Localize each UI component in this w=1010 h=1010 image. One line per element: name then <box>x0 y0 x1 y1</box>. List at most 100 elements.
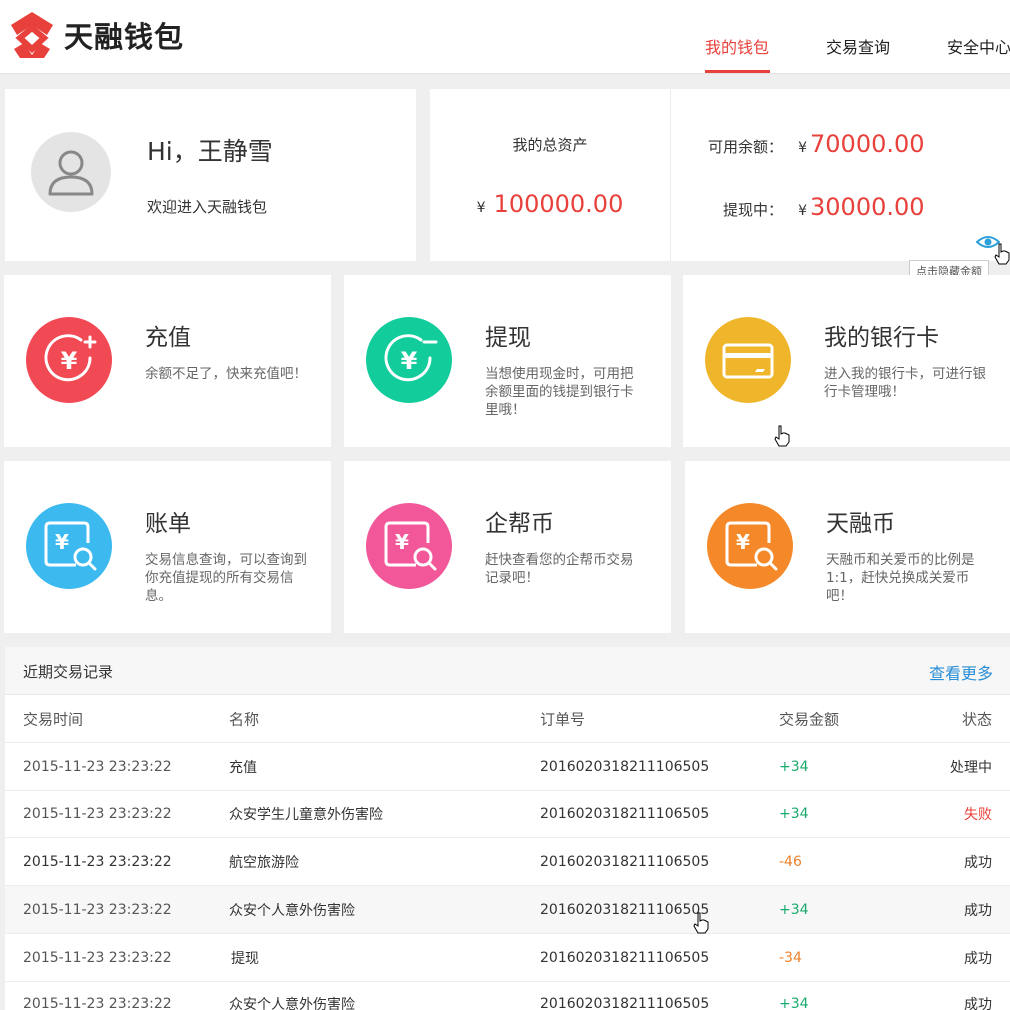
transaction-status: 成功 <box>964 902 992 919</box>
column-header-status: 状态 <box>961 710 992 728</box>
tianrong-logo-icon[interactable] <box>6 9 58 59</box>
feature-desc: 余额不足了，快来充值吧！ <box>145 366 307 382</box>
top-header: 天融钱包 我的钱包 交易查询 安全中心 <box>0 0 1010 74</box>
transaction-amount: +34 <box>779 758 809 775</box>
profile-card: Hi，王静雪 欢迎进入天融钱包 <box>5 89 416 261</box>
transaction-order: 2016020318211106505 <box>540 949 710 966</box>
table-row[interactable]: 2015-11-23 23:23:22 众安个人意外伤害险 2016020318… <box>5 886 1010 934</box>
active-nav-underline <box>705 70 770 73</box>
feature-title: 我的银行卡 <box>824 325 939 351</box>
currency-symbol: ¥ <box>798 140 808 156</box>
transaction-status: 处理中 <box>950 759 992 776</box>
feature-desc: 交易信息查询，可以查询到你充值提现的所有交易信息。 <box>145 552 307 604</box>
feature-card-withdraw[interactable]: ¥ 提现 当想使用现金时，可用把余额里面的钱提到银行卡里哦！ <box>344 275 671 447</box>
feature-card-bill[interactable]: ¥ 账单 交易信息查询，可以查询到你充值提现的所有交易信息。 <box>4 461 331 633</box>
feature-desc: 进入我的银行卡，可进行银行卡管理哦！ <box>824 366 986 400</box>
transaction-time: 2015-11-23 23:23:22 <box>23 758 172 775</box>
withdrawing-row: 提现中： ¥30000.00 <box>665 193 1010 221</box>
transactions-header: 近期交易记录 查看更多 <box>5 647 1010 695</box>
column-header-order: 订单号 <box>540 710 586 728</box>
user-icon <box>48 150 94 196</box>
transaction-name: 众安学生儿童意外伤害险 <box>229 807 383 823</box>
pointer-cursor-icon <box>994 243 1010 265</box>
pointer-cursor-icon <box>774 425 790 447</box>
transaction-status: 失败 <box>964 807 992 823</box>
available-balance-row: 可用余额： ¥70000.00 <box>665 130 1010 158</box>
transaction-status: 成功 <box>964 854 992 871</box>
table-row[interactable]: 2015-11-23 23:23:22 充值 20160203182111065… <box>5 743 1010 791</box>
transaction-name: 提现 <box>231 950 259 967</box>
svg-text:¥: ¥ <box>55 530 69 554</box>
transaction-name: 航空旅游险 <box>229 854 299 871</box>
pointer-cursor-icon <box>693 912 709 934</box>
transactions-title: 近期交易记录 <box>23 663 114 681</box>
feature-title: 提现 <box>485 325 531 351</box>
transaction-status: 成功 <box>964 997 992 1010</box>
feature-card-qibang-coin[interactable]: ¥ 企帮币 赶快查看您的企帮币交易记录吧！ <box>344 461 671 633</box>
transaction-time: 2015-11-23 23:23:22 <box>23 806 172 822</box>
available-balance-value: 70000.00 <box>810 130 925 158</box>
column-header-name: 名称 <box>229 710 260 728</box>
feature-desc: 当想使用现金时，可用把余额里面的钱提到银行卡里哦！ <box>485 366 634 418</box>
transaction-amount: +34 <box>779 996 809 1010</box>
transaction-amount: +34 <box>779 901 809 918</box>
recent-transactions-panel: 近期交易记录 查看更多 交易时间 名称 订单号 交易金额 状态 2015-11-… <box>5 647 1010 1010</box>
table-row[interactable]: 2015-11-23 23:23:22 航空旅游险 20160203182111… <box>5 838 1010 886</box>
nav-transaction-query[interactable]: 交易查询 <box>826 34 890 58</box>
currency-symbol: ¥ <box>798 203 808 219</box>
column-header-time: 交易时间 <box>23 710 84 728</box>
transaction-order: 2016020318211106505 <box>540 901 710 918</box>
welcome-text: 欢迎进入天融钱包 <box>147 198 268 216</box>
feature-title: 账单 <box>145 511 191 537</box>
feature-title: 天融币 <box>826 511 895 537</box>
svg-text:¥: ¥ <box>401 347 418 375</box>
total-assets-value: ¥100000.00 <box>430 190 670 218</box>
table-row[interactable]: 2015-11-23 23:23:22 提现 20160203182111065… <box>5 934 1010 982</box>
transaction-name: 众安个人意外伤害险 <box>229 997 355 1010</box>
feature-card-tianrong-coin[interactable]: ¥ 天融币 天融币和关爱币的比例是1:1，赶快兑换成关爱币吧！ <box>685 461 1010 633</box>
svg-text:¥: ¥ <box>736 530 750 554</box>
transaction-order: 2016020318211106505 <box>540 758 710 775</box>
view-more-link[interactable]: 查看更多 <box>929 660 993 684</box>
nav-security-center[interactable]: 安全中心 <box>947 34 1010 58</box>
feature-desc: 天融币和关爱币的比例是1:1，赶快兑换成关爱币吧！ <box>826 552 975 604</box>
transaction-name: 众安个人意外伤害险 <box>229 902 355 919</box>
feature-desc: 赶快查看您的企帮币交易记录吧！ <box>485 552 634 586</box>
transaction-time: 2015-11-23 23:23:22 <box>23 949 172 966</box>
feature-title: 充值 <box>145 325 191 351</box>
transaction-amount: +34 <box>779 806 809 822</box>
coin-exchange-icon: ¥ <box>707 503 793 589</box>
feature-card-recharge[interactable]: ¥ 充值 余额不足了，快来充值吧！ <box>4 275 331 447</box>
avatar[interactable] <box>31 132 111 212</box>
transaction-time: 2015-11-23 23:23:22 <box>23 853 172 870</box>
total-assets-amount: 100000.00 <box>493 190 624 218</box>
available-balance-label: 可用余额： <box>707 138 783 156</box>
withdraw-icon: ¥ <box>366 317 452 403</box>
column-header-amount: 交易金额 <box>779 710 840 728</box>
transaction-order: 2016020318211106505 <box>540 853 710 870</box>
table-row[interactable]: 2015-11-23 23:23:22 众安个人意外伤害险 2016020318… <box>5 982 1010 1010</box>
brand-name[interactable]: 天融钱包 <box>64 14 184 56</box>
transaction-status: 成功 <box>964 950 992 967</box>
table-header-row: 交易时间 名称 订单号 交易金额 状态 <box>5 695 1010 743</box>
svg-text:¥: ¥ <box>395 530 409 554</box>
transaction-order: 2016020318211106505 <box>540 996 710 1010</box>
nav-my-wallet[interactable]: 我的钱包 <box>705 34 769 58</box>
transaction-order: 2016020318211106505 <box>540 806 710 822</box>
transaction-amount: -34 <box>779 949 802 966</box>
coin-search-icon: ¥ <box>366 503 452 589</box>
bank-card-icon <box>705 317 791 403</box>
user-greeting: Hi，王静雪 <box>147 137 273 166</box>
total-assets-label: 我的总资产 <box>512 136 588 154</box>
feature-card-bank-card[interactable]: 我的银行卡 进入我的银行卡，可进行银行卡管理哦！ <box>683 275 1010 447</box>
transaction-name: 充值 <box>229 759 257 776</box>
transaction-time: 2015-11-23 23:23:22 <box>23 996 172 1010</box>
currency-symbol: ¥ <box>476 200 486 216</box>
transaction-amount: -46 <box>779 853 802 870</box>
withdrawing-label: 提现中： <box>722 201 783 219</box>
table-row[interactable]: 2015-11-23 23:23:22 众安学生儿童意外伤害险 20160203… <box>5 791 1010 838</box>
withdrawing-value: 30000.00 <box>810 193 925 221</box>
assets-divider <box>670 89 671 261</box>
feature-title: 企帮币 <box>485 511 554 537</box>
assets-card: 我的总资产 ¥100000.00 可用余额： ¥70000.00 提现中： ¥3… <box>430 89 1010 261</box>
